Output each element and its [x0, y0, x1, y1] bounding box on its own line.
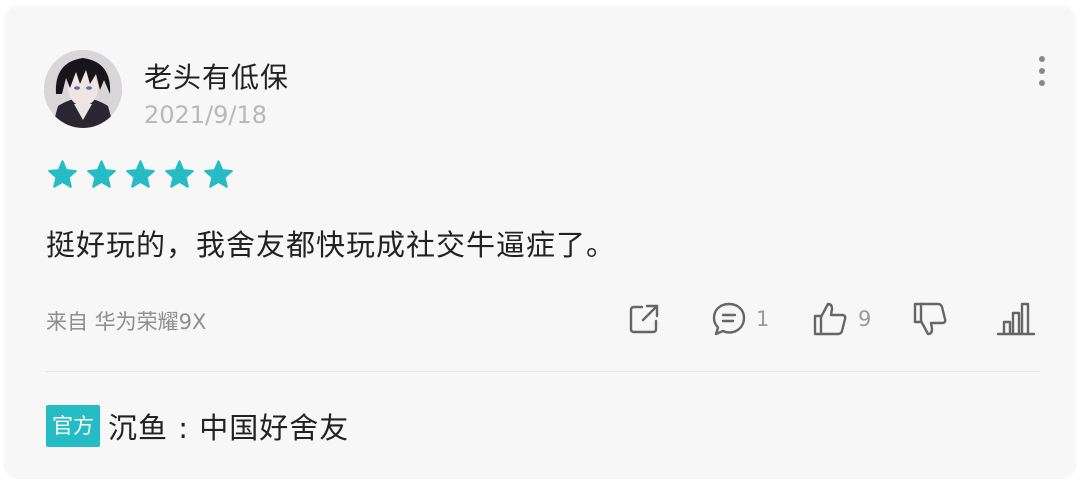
review-date: 2021/9/18 — [144, 101, 268, 129]
official-reply-text: 沉鱼 : 中国好舍友 — [108, 411, 350, 445]
more-dot — [1039, 68, 1045, 74]
comment-button[interactable]: 1 — [710, 298, 769, 340]
bar-chart-icon — [996, 302, 1036, 336]
avatar[interactable] — [44, 50, 122, 128]
more-dot — [1039, 80, 1045, 86]
share-button[interactable] — [626, 298, 662, 340]
thumbs-up-icon — [813, 302, 847, 336]
dislike-button[interactable] — [910, 298, 950, 340]
share-icon — [629, 304, 659, 334]
like-button[interactable]: 9 — [810, 298, 871, 340]
more-options-icon[interactable] — [1030, 56, 1054, 86]
avatar-image — [44, 50, 122, 128]
star-icon — [126, 160, 155, 188]
star-icon — [87, 160, 116, 188]
star-icon — [48, 160, 77, 188]
comment-count: 1 — [756, 307, 770, 331]
divider — [46, 371, 1040, 372]
star-icon — [204, 160, 233, 188]
official-reply: 官方 沉鱼 : 中国好舍友 — [46, 405, 349, 447]
username[interactable]: 老头有低保 — [144, 56, 289, 96]
comment-icon — [712, 302, 746, 336]
thumbs-down-icon — [913, 302, 947, 336]
official-badge: 官方 — [46, 405, 100, 447]
like-count: 9 — [858, 307, 872, 331]
device-info: 来自 华为荣耀9X — [46, 310, 207, 334]
stats-button[interactable] — [996, 298, 1036, 340]
star-rating — [47, 159, 234, 190]
review-card: 老头有低保 2021/9/18 挺好玩的，我舍友都快玩成社交牛逼症了。 来自 华… — [4, 6, 1076, 479]
review-text: 挺好玩的，我舍友都快玩成社交牛逼症了。 — [46, 228, 617, 262]
more-dot — [1039, 56, 1045, 62]
star-icon — [165, 160, 194, 188]
